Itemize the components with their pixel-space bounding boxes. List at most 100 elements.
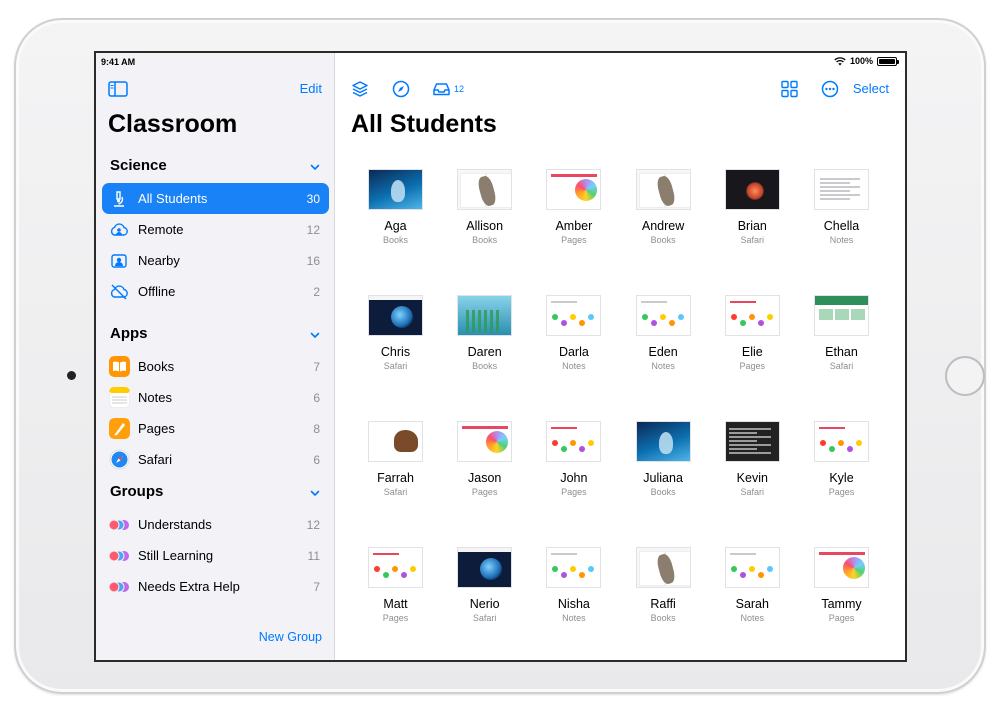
screen-thumbnail bbox=[457, 421, 513, 462]
student-tile-raffi[interactable]: Raffi Books bbox=[619, 547, 708, 647]
screen-thumbnail bbox=[546, 547, 602, 588]
student-name: Matt bbox=[383, 597, 408, 611]
screen-thumbnail bbox=[724, 169, 780, 210]
inbox-button[interactable]: 12 bbox=[432, 80, 464, 98]
student-tile-daren[interactable]: Daren Books bbox=[440, 295, 529, 395]
sidebar-item-label: All Students bbox=[138, 191, 208, 206]
sidebar-item-offline[interactable]: Offline 2 bbox=[102, 276, 329, 307]
sidebar-item-count: 16 bbox=[306, 253, 320, 268]
student-name: Jason bbox=[468, 471, 502, 485]
group-avatars-icon bbox=[108, 576, 130, 598]
student-name: Kyle bbox=[829, 471, 854, 485]
student-tile-allison[interactable]: Allison Books bbox=[440, 169, 529, 269]
screen-thumbnail bbox=[546, 421, 602, 462]
sidebar-item-remote[interactable]: Remote 12 bbox=[102, 214, 329, 245]
screen-thumbnail bbox=[368, 169, 423, 210]
student-name: Ethan bbox=[825, 345, 858, 359]
sidebar-item-notes[interactable]: Notes 6 bbox=[102, 382, 329, 413]
sidebar-item-nearby[interactable]: Nearby 16 bbox=[102, 245, 329, 276]
student-name: Nisha bbox=[557, 597, 590, 611]
student-name: Farrah bbox=[377, 471, 414, 485]
student-name: John bbox=[560, 471, 588, 485]
sidebar-item-all-students[interactable]: All Students 30 bbox=[102, 183, 329, 214]
cloud-person-icon bbox=[108, 219, 130, 241]
edit-button[interactable]: Edit bbox=[300, 81, 322, 96]
student-tile-tammy[interactable]: Tammy Pages bbox=[797, 547, 886, 647]
screen-thumbnail bbox=[635, 421, 691, 462]
student-name: Eden bbox=[648, 345, 678, 359]
student-tile-jason[interactable]: Jason Pages bbox=[440, 421, 529, 521]
sidebar: Edit Classroom Science All Students 30 R… bbox=[96, 53, 335, 660]
student-tile-chris[interactable]: Chris Safari bbox=[351, 295, 440, 395]
student-tile-juliana[interactable]: Juliana Books bbox=[619, 421, 708, 521]
student-app: Books bbox=[650, 613, 676, 623]
screen-thumbnail bbox=[635, 295, 691, 336]
sidebar-item-label: Understands bbox=[138, 517, 212, 532]
section-header[interactable]: Science bbox=[96, 157, 335, 179]
student-tile-elie[interactable]: Elie Pages bbox=[708, 295, 797, 395]
section-header[interactable]: Groups bbox=[96, 483, 335, 505]
chevron-down-icon[interactable] bbox=[309, 329, 321, 341]
layers-icon[interactable] bbox=[351, 80, 369, 98]
student-tile-chella[interactable]: Chella Notes bbox=[797, 169, 886, 269]
select-button[interactable]: Select bbox=[853, 81, 889, 96]
sidebar-item-label: Offline bbox=[138, 284, 176, 299]
chevron-down-icon[interactable] bbox=[309, 161, 321, 173]
sidebar-item-understands[interactable]: Understands 12 bbox=[102, 509, 329, 540]
student-tile-farrah[interactable]: Farrah Safari bbox=[351, 421, 440, 521]
pages-app-icon bbox=[108, 418, 130, 440]
screen-thumbnail bbox=[457, 547, 513, 588]
student-tile-sarah[interactable]: Sarah Notes bbox=[708, 547, 797, 647]
screen-thumbnail bbox=[368, 421, 423, 462]
sidebar-item-count: 7 bbox=[313, 359, 320, 374]
screen: 9:41 AM 100% Edit Classroom Science All … bbox=[94, 51, 907, 662]
more-options-icon[interactable] bbox=[821, 80, 839, 98]
notes-app-icon bbox=[108, 387, 130, 409]
student-tile-nerio[interactable]: Nerio Safari bbox=[440, 547, 529, 647]
section-title: Science bbox=[110, 157, 167, 174]
student-tile-aga[interactable]: Aga Books bbox=[351, 169, 440, 269]
section-header[interactable]: Apps bbox=[96, 325, 335, 347]
student-name: Allison bbox=[466, 219, 504, 233]
sidebar-item-books[interactable]: Books 7 bbox=[102, 351, 329, 382]
new-group-button[interactable]: New Group bbox=[259, 630, 322, 644]
sidebar-item-count: 6 bbox=[313, 452, 320, 467]
student-tile-john[interactable]: John Pages bbox=[529, 421, 618, 521]
cloud-slash-icon bbox=[108, 281, 130, 303]
status-bar: 9:41 AM 100% bbox=[96, 53, 905, 71]
home-button[interactable] bbox=[945, 356, 985, 396]
student-tile-kevin[interactable]: Kevin Safari bbox=[708, 421, 797, 521]
sidebar-item-still-learning[interactable]: Still Learning 11 bbox=[102, 540, 329, 571]
sidebar-item-pages[interactable]: Pages 8 bbox=[102, 413, 329, 444]
student-tile-matt[interactable]: Matt Pages bbox=[351, 547, 440, 647]
grid-view-icon[interactable] bbox=[781, 80, 798, 98]
screen-thumbnail bbox=[635, 547, 691, 588]
student-name: Andrew bbox=[641, 219, 685, 233]
sidebar-item-count: 7 bbox=[313, 579, 320, 594]
student-tile-darla[interactable]: Darla Notes bbox=[529, 295, 618, 395]
student-tile-brian[interactable]: Brian Safari bbox=[708, 169, 797, 269]
chevron-down-icon[interactable] bbox=[309, 487, 321, 499]
sidebar-item-safari[interactable]: Safari 6 bbox=[102, 444, 329, 475]
student-app: Pages bbox=[561, 487, 587, 497]
screen-thumbnail bbox=[546, 295, 602, 336]
student-tile-kyle[interactable]: Kyle Pages bbox=[797, 421, 886, 521]
screen-thumbnail bbox=[724, 421, 780, 462]
sidebar-item-count: 30 bbox=[306, 191, 320, 206]
sidebar-item-needs-extra-help[interactable]: Needs Extra Help 7 bbox=[102, 571, 329, 602]
student-name: Brian bbox=[737, 219, 767, 233]
student-tile-eden[interactable]: Eden Notes bbox=[619, 295, 708, 395]
student-tile-amber[interactable]: Amber Pages bbox=[529, 169, 618, 269]
student-tile-andrew[interactable]: Andrew Books bbox=[619, 169, 708, 269]
sidebar-item-count: 2 bbox=[313, 284, 320, 299]
group-avatars-icon bbox=[108, 545, 130, 567]
sidebar-toggle-icon[interactable] bbox=[108, 81, 128, 97]
student-tile-nisha[interactable]: Nisha Notes bbox=[529, 547, 618, 647]
student-tile-ethan[interactable]: Ethan Safari bbox=[797, 295, 886, 395]
sidebar-title: Classroom bbox=[108, 110, 238, 138]
screen-thumbnail bbox=[546, 169, 602, 210]
sidebar-section-science: Science All Students 30 Remote 12 Nearby… bbox=[96, 157, 335, 307]
sidebar-item-count: 8 bbox=[313, 421, 320, 436]
compass-icon[interactable] bbox=[392, 80, 410, 98]
sidebar-item-label: Books bbox=[138, 359, 175, 374]
